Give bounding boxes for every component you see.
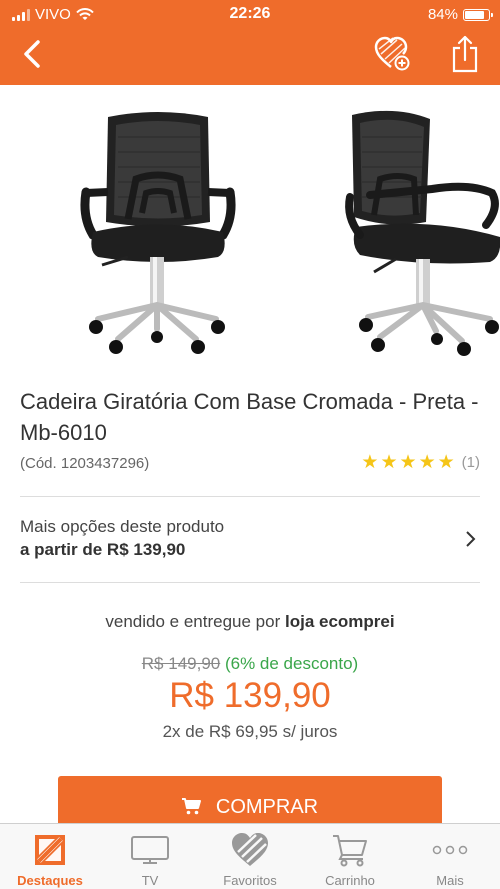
current-price: R$ 139,90 (169, 676, 331, 715)
status-time: 22:26 (229, 5, 271, 22)
tab-carrinho[interactable]: Carrinho (300, 824, 400, 889)
old-price-row: R$ 149,90 (6% de desconto) (0, 654, 500, 674)
battery-icon (463, 8, 493, 21)
more-options-price: a partir de R$ 139,90 (20, 540, 186, 559)
more-options-row[interactable]: Mais opções deste produto a partir de R$… (0, 497, 500, 583)
chevron-right-icon (466, 531, 476, 547)
battery-percent: 84% (427, 6, 458, 23)
tab-mais[interactable]: Mais (400, 824, 500, 889)
tab-label: Mais (436, 873, 464, 888)
product-image-front[interactable] (78, 107, 238, 357)
tab-destaques[interactable]: Destaques (0, 824, 100, 889)
cart-icon (333, 835, 367, 867)
more-icon (432, 845, 468, 855)
star-icon: ★ (399, 452, 417, 473)
tab-label: TV (141, 873, 159, 888)
product-rating[interactable]: ★ ★ ★ ★ ★ (1) (361, 453, 480, 472)
share-icon[interactable] (450, 34, 480, 74)
tab-label: Carrinho (325, 873, 375, 888)
star-icon: ★ (361, 452, 379, 473)
star-icon: ★ (418, 452, 436, 473)
divider (20, 582, 480, 583)
tab-label: Favoritos (223, 873, 277, 888)
bottom-tab-bar: Destaques TV Favoritos Carrinho Mais (0, 823, 500, 889)
seller-prefix: vendido e entregue por (105, 612, 281, 631)
app-header: VIVO 22:26 84% (0, 0, 500, 85)
heart-add-icon[interactable] (372, 34, 412, 74)
installments: 2x de R$ 69,95 s/ juros (162, 722, 338, 741)
seller-info: vendido e entregue por loja ecomprei (0, 612, 500, 632)
product-image-carousel[interactable] (0, 85, 500, 365)
more-options-label: Mais opções deste produto (20, 517, 225, 536)
star-icon: ★ (380, 452, 398, 473)
tab-tv[interactable]: TV (100, 824, 200, 889)
tv-icon (131, 836, 169, 864)
product-image-side[interactable] (340, 107, 500, 357)
tab-favoritos[interactable]: Favoritos (200, 824, 300, 889)
star-icon: ★ (437, 452, 455, 473)
product-code: (Cód. 1203437296) (20, 455, 150, 472)
tab-label: Destaques (17, 873, 83, 888)
status-bar: VIVO 22:26 84% (0, 0, 500, 28)
cart-icon (181, 798, 201, 815)
chevron-left-icon[interactable] (18, 38, 48, 70)
seller-name[interactable]: loja ecomprei (285, 612, 395, 631)
discount-label: (6% de desconto) (224, 654, 359, 673)
heart-icon (232, 833, 268, 866)
highlights-icon (35, 835, 65, 865)
battery-info: 84% (427, 6, 493, 23)
rating-count: (1) (461, 454, 480, 471)
product-title: Cadeira Giratória Com Base Cromada - Pre… (20, 389, 479, 445)
old-price: R$ 149,90 (141, 654, 221, 673)
